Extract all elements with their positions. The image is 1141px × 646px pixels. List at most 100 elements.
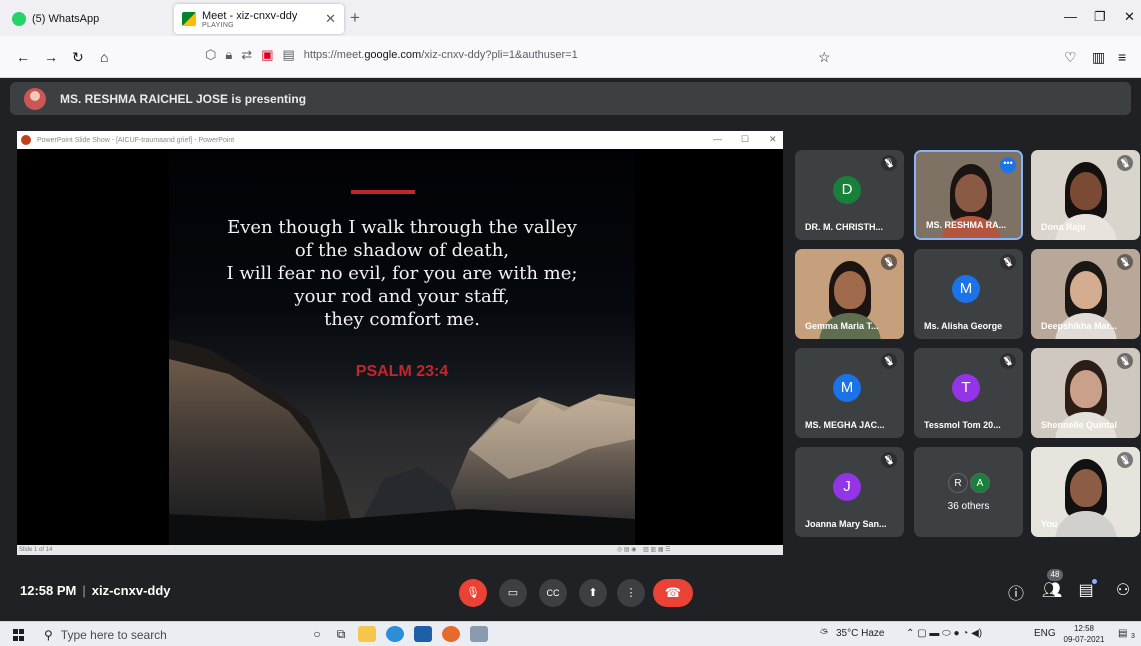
file-explorer-icon[interactable] bbox=[358, 626, 376, 642]
tab-meet[interactable]: Meet - xiz-cnxv-ddy PLAYING ✕ bbox=[174, 4, 344, 34]
ppt-close-icon: ✕ bbox=[769, 134, 777, 144]
separator: | bbox=[82, 583, 86, 598]
slide: Even though I walk through the valley of… bbox=[169, 149, 635, 545]
mail-icon[interactable] bbox=[414, 626, 432, 642]
ppt-minimize-icon: — bbox=[713, 134, 722, 144]
meeting-details: 12:58 PM | xiz-cnxv-ddy bbox=[20, 583, 171, 598]
powerpoint-icon bbox=[21, 135, 31, 145]
participant-name: Joanna Mary San... bbox=[805, 519, 887, 529]
verse-text: Even though I walk through the valley of… bbox=[169, 216, 635, 331]
taskbar-search[interactable]: ⚲ Type here to search bbox=[38, 623, 293, 646]
people-icon[interactable]: 👥︎ bbox=[1040, 580, 1064, 600]
participant-tile[interactable]: D DR. M. CHRISTH... 🎙︎ bbox=[795, 150, 904, 240]
close-tab-icon[interactable]: ✕ bbox=[325, 11, 336, 27]
participant-avatar: D bbox=[833, 176, 861, 204]
captions-icon: CC bbox=[546, 588, 560, 598]
participant-name: DR. M. CHRISTH... bbox=[805, 222, 883, 232]
pocket-icon[interactable]: ♡ bbox=[1064, 49, 1077, 66]
reader-view-icon[interactable]: ▥ bbox=[1092, 49, 1105, 66]
restore-icon[interactable]: ❐ bbox=[1094, 9, 1106, 25]
clock-date: 09-07-2021 bbox=[1063, 635, 1105, 644]
speaking-indicator-icon[interactable]: ••• bbox=[1000, 157, 1016, 173]
participant-tile[interactable]: M MS. MEGHA JAC... 🎙︎ bbox=[795, 348, 904, 438]
participant-tile[interactable]: Deepshikha Mar... 🎙︎ bbox=[1031, 249, 1140, 339]
muted-mic-icon: 🎙︎ bbox=[881, 254, 897, 270]
present-now-button[interactable]: ⬆ bbox=[579, 579, 607, 607]
leave-call-button[interactable]: ☎ bbox=[653, 579, 693, 607]
decorative-red-line bbox=[351, 190, 415, 194]
participant-name: Deepshikha Mar... bbox=[1041, 321, 1118, 331]
captions-button[interactable]: CC bbox=[539, 579, 567, 607]
participant-tile[interactable]: Gemma Maria T... 🎙︎ bbox=[795, 249, 904, 339]
ppt-view-icons: ◎ ▤ ◉ ▥ ▥ ▦ ☰ bbox=[617, 547, 671, 553]
more-options-button[interactable]: ⋮ bbox=[617, 579, 645, 607]
system-tray-icons[interactable]: ⌃ ▢ ▬ ⬭ ● ◔ ◀︎) bbox=[906, 628, 982, 639]
participant-tile[interactable]: Shennelle Quintal 🎙︎ bbox=[1031, 348, 1140, 438]
participant-tile[interactable]: T Tessmol Tom 20... 🎙︎ bbox=[914, 348, 1023, 438]
verse-reference: PSALM 23:4 bbox=[355, 363, 449, 380]
muted-mic-icon: 🎙︎ bbox=[881, 353, 897, 369]
meeting-details-icon[interactable]: ⓘ bbox=[1004, 580, 1028, 604]
mini-avatar: A bbox=[970, 473, 990, 493]
windows-start-icon[interactable] bbox=[13, 629, 25, 641]
home-icon[interactable]: ⌂ bbox=[100, 49, 108, 65]
participant-avatar: T bbox=[952, 374, 980, 402]
whatsapp-icon bbox=[12, 12, 26, 26]
edge-icon[interactable] bbox=[386, 626, 404, 642]
participant-name: MS. RESHMA RA... bbox=[926, 220, 1007, 230]
lock-icon[interactable]: 🔒︎ bbox=[225, 47, 232, 63]
participant-tile[interactable]: J Joanna Mary San... 🎙︎ bbox=[795, 447, 904, 537]
microphone-off-button[interactable]: 🎙︎ bbox=[459, 579, 487, 607]
firefox-icon[interactable] bbox=[442, 626, 460, 642]
shield-icon[interactable]: ⬡ bbox=[205, 47, 216, 63]
participant-avatar: M bbox=[833, 374, 861, 402]
task-view-icon[interactable]: ⧉ bbox=[332, 626, 350, 642]
forward-icon[interactable]: → bbox=[44, 49, 58, 65]
activities-icon[interactable]: ⚇ bbox=[1111, 580, 1135, 600]
participant-tile[interactable]: MS. RESHMA RA... ••• bbox=[914, 150, 1023, 240]
windows-taskbar: ⚲ Type here to search ○ ⧉ ⛅︎ 35°C Haze ⌃… bbox=[0, 621, 1141, 646]
close-window-icon[interactable]: ✕ bbox=[1124, 9, 1135, 25]
tab-title: Meet - xiz-cnxv-ddy bbox=[202, 9, 298, 22]
page-action-icon[interactable]: ▤ bbox=[282, 47, 294, 63]
camera-icon: ▭ bbox=[507, 587, 519, 599]
participant-tile[interactable]: Dona Raju 🎙︎ bbox=[1031, 150, 1140, 240]
notification-count: 3 bbox=[1131, 633, 1135, 640]
shared-screen: PowerPoint Slide Show - [AICUF-traumaand… bbox=[17, 131, 783, 555]
bookmark-star-icon[interactable]: ☆ bbox=[818, 49, 831, 66]
muted-mic-icon: 🎙︎ bbox=[1117, 155, 1133, 171]
back-icon[interactable]: ← bbox=[16, 49, 30, 65]
permissions-icon[interactable]: ⇄ bbox=[241, 47, 252, 63]
chat-notification-dot bbox=[1092, 579, 1097, 584]
cortana-icon[interactable]: ○ bbox=[308, 626, 326, 642]
minimize-icon[interactable]: — bbox=[1064, 9, 1077, 24]
participant-avatar: J bbox=[833, 473, 861, 501]
camera-button[interactable]: ▭ bbox=[499, 579, 527, 607]
tab-playing-label: PLAYING bbox=[202, 21, 234, 29]
tab-title: (5) WhatsApp bbox=[32, 13, 100, 25]
google-meet-icon bbox=[182, 12, 196, 26]
weather-icon[interactable]: ⛅︎ bbox=[820, 628, 828, 639]
search-icon: ⚲ bbox=[44, 627, 53, 642]
participant-name: Gemma Maria T... bbox=[805, 321, 879, 331]
muted-mic-icon: 🎙︎ bbox=[1117, 353, 1133, 369]
participant-tile[interactable]: R A 36 others bbox=[914, 447, 1023, 537]
notifications-icon[interactable]: ▤ bbox=[1118, 628, 1127, 639]
presenter-avatar bbox=[24, 87, 46, 110]
screen-share-icon[interactable]: ▣ bbox=[261, 47, 273, 63]
menu-icon[interactable]: ≡ bbox=[1118, 49, 1126, 65]
language-indicator[interactable]: ENG bbox=[1034, 628, 1056, 639]
address-bar[interactable]: ⬡ 🔒︎ ⇄ ▣ ▤ https://meet.google.com/xiz-c… bbox=[205, 40, 785, 70]
tab-whatsapp[interactable]: (5) WhatsApp ✕ bbox=[4, 4, 192, 34]
participant-tile[interactable]: You 🎙︎ bbox=[1031, 447, 1140, 537]
powerpoint-status-bar: Slide 1 of 14 ◎ ▤ ◉ ▥ ▥ ▦ ☰ bbox=[17, 545, 783, 555]
url-path: /xiz-cnxv-ddy?pli=1&authuser=1 bbox=[421, 49, 578, 61]
participant-name: Shennelle Quintal bbox=[1041, 420, 1118, 430]
taskbar-clock[interactable]: 12:58 09-07-2021 bbox=[1062, 623, 1106, 645]
weather-text[interactable]: 35°C Haze bbox=[836, 628, 884, 639]
new-tab-icon[interactable]: + bbox=[350, 8, 360, 28]
participant-tile[interactable]: M Ms. Alisha George 🎙︎ bbox=[914, 249, 1023, 339]
reload-icon[interactable]: ↻ bbox=[72, 49, 84, 66]
powerpoint-window-title: PowerPoint Slide Show - [AICUF-traumaand… bbox=[37, 136, 235, 144]
camera-app-icon[interactable] bbox=[470, 626, 488, 642]
